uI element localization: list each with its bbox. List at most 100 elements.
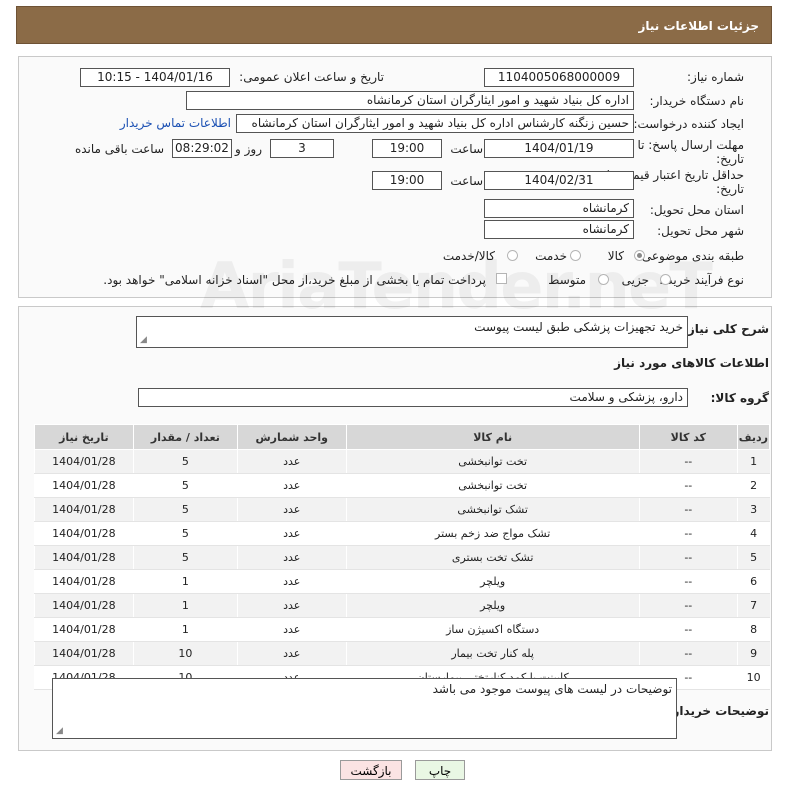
cell-code: -- [638, 545, 738, 570]
process-minor-label: جزیی [621, 273, 649, 287]
resize-grip-icon[interactable]: ◢ [56, 727, 63, 736]
cell-code: -- [638, 497, 738, 522]
cell-date: 1404/01/28 [34, 617, 134, 642]
cell-date: 1404/01/28 [34, 593, 134, 618]
col-date: تاریخ نیاز [34, 424, 134, 450]
table-row: 3 -- تشک توانبخشی عدد 5 1404/01/28 [34, 497, 770, 522]
cell-date: 1404/01/28 [34, 545, 134, 570]
cell-date: 1404/01/28 [34, 641, 134, 666]
table-row: 9 -- پله کنار تخت بیمار عدد 10 1404/01/28 [34, 641, 770, 666]
cell-row: 6 [736, 569, 770, 594]
table-row: 2 -- تخت توانبخشی عدد 5 1404/01/28 [34, 473, 770, 498]
process-medium-label: متوسط [548, 273, 586, 287]
cell-row: 7 [736, 593, 770, 618]
cell-row: 4 [736, 521, 770, 546]
deadline-time-field: 19:00 [372, 139, 442, 158]
col-unit: واحد شمارش [236, 424, 347, 450]
process-minor-radio[interactable] [660, 274, 671, 285]
cell-qty: 1 [132, 569, 238, 594]
table-row: 7 -- ویلچر عدد 1 1404/01/28 [34, 593, 770, 618]
cell-row: 1 [736, 449, 770, 474]
process-medium-radio[interactable] [598, 274, 609, 285]
buyer-notes-label: توضیحات خریدار: [667, 704, 769, 718]
treasury-note: پرداخت تمام یا بخشی از مبلغ خرید،از محل … [103, 273, 486, 287]
cell-qty: 5 [132, 473, 238, 498]
creator-label: ایجاد کننده درخواست: [633, 117, 744, 131]
cell-row: 5 [736, 545, 770, 570]
cell-row: 2 [736, 473, 770, 498]
process-label: نوع فرآیند خرید : [659, 273, 744, 287]
cell-qty: 10 [132, 641, 238, 666]
cell-date: 1404/01/28 [34, 569, 134, 594]
deadline-label: مهلت ارسال پاسخ: تا [637, 138, 744, 152]
cell-name: ویلچر [345, 593, 640, 618]
cell-name: پله کنار تخت بیمار [345, 641, 640, 666]
cell-code: -- [638, 641, 738, 666]
announce-field: 1404/01/16 - 10:15 [80, 68, 230, 87]
cell-code: -- [638, 473, 738, 498]
days-label: روز و [235, 142, 262, 156]
cell-name: دستگاه اکسیژن ساز [345, 617, 640, 642]
category-service-label: خدمت [535, 249, 567, 263]
col-code: کد کالا [638, 424, 738, 450]
validity-time-field: 19:00 [372, 171, 442, 190]
cell-row: 8 [736, 617, 770, 642]
buyer-contact-link[interactable]: اطلاعات تماس خریدار [120, 116, 231, 130]
category-label: طبقه بندی موضوعی: [637, 249, 744, 263]
creator-field: حسین زنگنه کارشناس اداره کل بنیاد شهید و… [236, 114, 634, 133]
cell-code: -- [638, 449, 738, 474]
goods-group-label: گروه کالا: [710, 391, 769, 405]
buyer-notes-text: توضیحات در لیست های پیوست موجود می باشد [432, 682, 672, 696]
remaining-time-field: 08:29:02 [172, 139, 232, 158]
category-both-radio[interactable] [507, 250, 518, 261]
print-button[interactable]: چاپ [415, 760, 465, 780]
cell-date: 1404/01/28 [34, 521, 134, 546]
cell-qty: 5 [132, 521, 238, 546]
description-field: خرید تجهیزات پزشکی طبق لیست پیوست ◢ [136, 316, 688, 348]
cell-row: 3 [736, 497, 770, 522]
need-number-field: 1104005068000009 [484, 68, 634, 87]
cell-name: ویلچر [345, 569, 640, 594]
cell-unit: عدد [236, 545, 347, 570]
buyer-label: نام دستگاه خریدار: [649, 94, 745, 108]
table-row: 8 -- دستگاه اکسیژن ساز عدد 1 1404/01/28 [34, 617, 770, 642]
validity-date-field: 1404/02/31 [484, 171, 634, 190]
cell-qty: 1 [132, 593, 238, 618]
cell-qty: 5 [132, 497, 238, 522]
resize-grip-icon[interactable]: ◢ [140, 336, 147, 345]
cell-unit: عدد [236, 497, 347, 522]
table-row: 1 -- تخت توانبخشی عدد 5 1404/01/28 [34, 449, 770, 474]
city-field: کرمانشاه [484, 220, 634, 239]
cell-unit: عدد [236, 521, 347, 546]
cell-code: -- [638, 593, 738, 618]
page-title: جزئیات اطلاعات نیاز [638, 19, 759, 33]
cell-row: 10 [736, 665, 770, 690]
description-text: خرید تجهیزات پزشکی طبق لیست پیوست [474, 320, 683, 334]
cell-row: 9 [736, 641, 770, 666]
cell-code: -- [638, 521, 738, 546]
cell-name: تشک توانبخشی [345, 497, 640, 522]
cell-name: تخت توانبخشی [345, 473, 640, 498]
description-label: شرح کلی نیاز: [683, 322, 769, 336]
goods-section-title: اطلاعات کالاهای مورد نیاز [614, 356, 769, 370]
cell-unit: عدد [236, 617, 347, 642]
col-row: ردیف [736, 424, 771, 450]
cell-unit: عدد [236, 473, 347, 498]
category-both-label: کالا/خدمت [442, 249, 495, 263]
cell-date: 1404/01/28 [34, 449, 134, 474]
table-header-row: ردیف کد کالا نام کالا واحد شمارش تعداد /… [34, 424, 771, 450]
cell-unit: عدد [236, 449, 347, 474]
announce-label: تاریخ و ساعت اعلان عمومی: [239, 70, 384, 84]
category-goods-radio[interactable] [634, 250, 645, 261]
cell-unit: عدد [236, 593, 347, 618]
remaining-label: ساعت باقی مانده [74, 142, 164, 156]
category-service-radio[interactable] [570, 250, 581, 261]
city-label: شهر محل تحویل: [657, 224, 744, 238]
col-name: نام کالا [345, 424, 640, 450]
deadline-date-label: تاریخ: [716, 152, 744, 166]
goods-table: ردیف کد کالا نام کالا واحد شمارش تعداد /… [34, 424, 771, 690]
back-button[interactable]: بازگشت [340, 760, 402, 780]
treasury-checkbox[interactable] [496, 273, 507, 284]
deadline-hour-label: ساعت [450, 142, 483, 156]
category-goods-label: کالا [607, 249, 624, 263]
